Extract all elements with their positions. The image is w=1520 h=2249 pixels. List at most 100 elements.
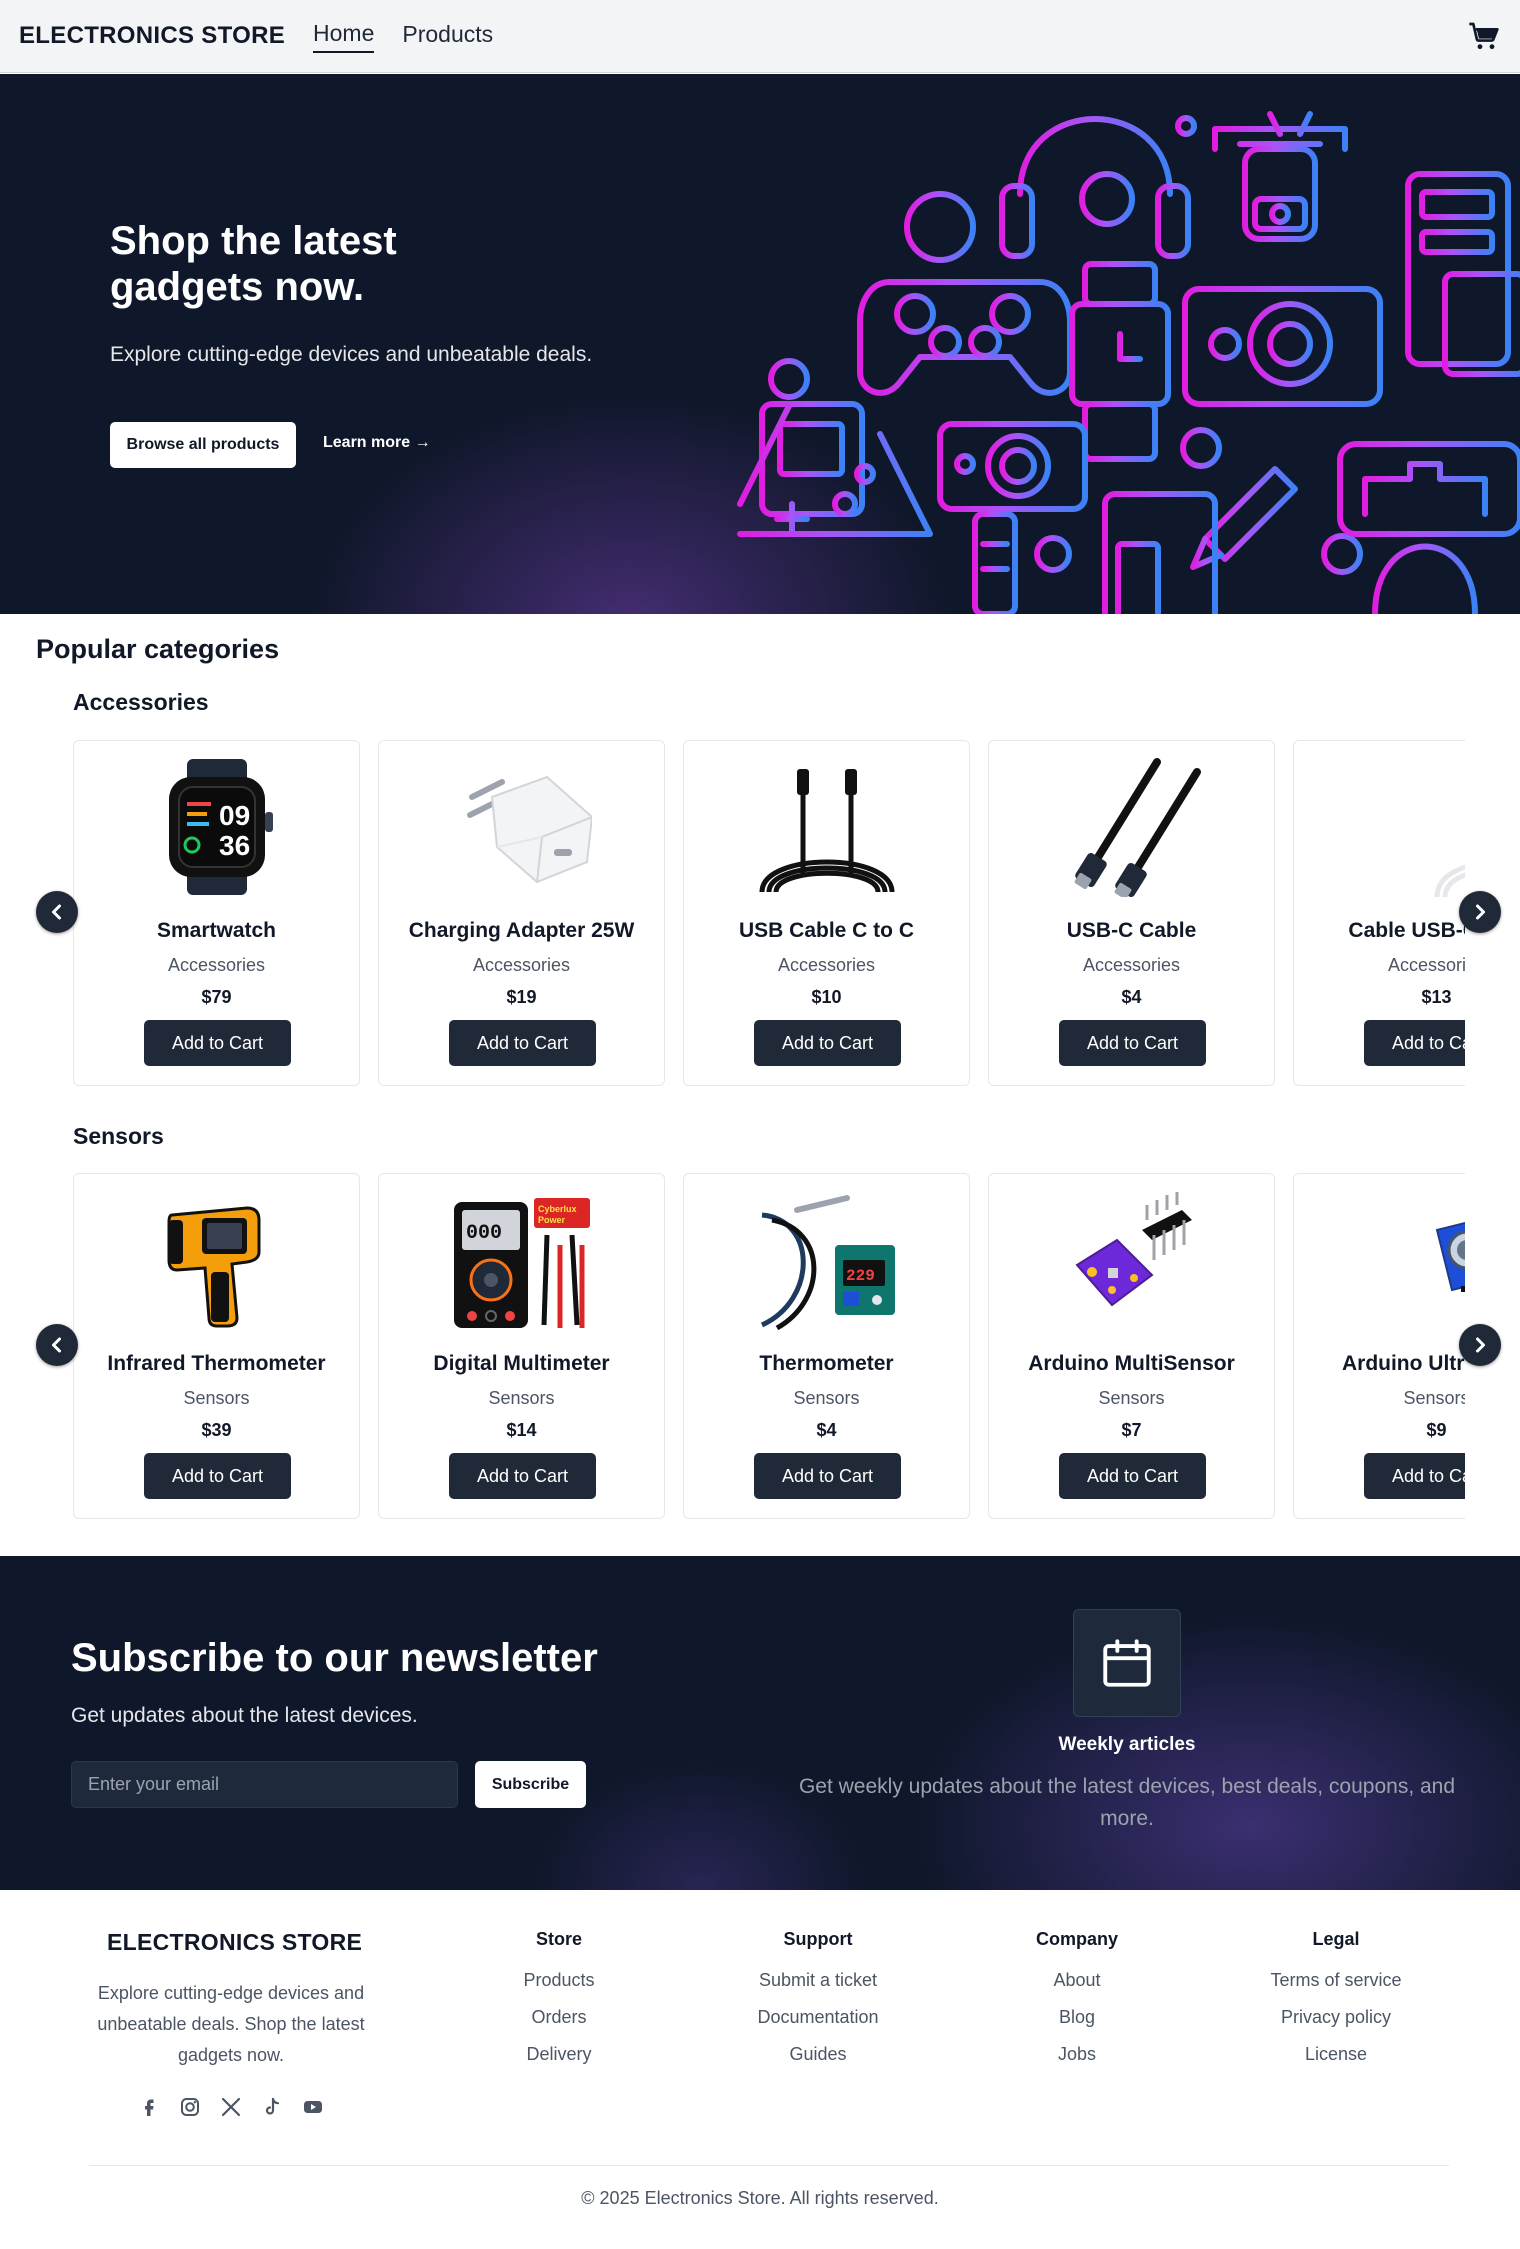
footer-link[interactable]: Blog [952, 2007, 1202, 2031]
thermometer-module-image: 229 [760, 1195, 895, 1330]
weekly-articles-icon-box [1073, 1609, 1181, 1717]
white-cable-image [1434, 864, 1465, 897]
shopping-cart-icon[interactable] [1468, 20, 1500, 52]
multimeter-image: 000 Cyberlux Power [454, 1198, 590, 1328]
product-price: $4 [1121, 987, 1142, 1007]
product-price: $4 [816, 1420, 837, 1440]
chevron-left-icon [52, 904, 61, 920]
product-category: Accessories [777, 955, 876, 975]
hero-title: Shop the latest gadgets now. [110, 219, 397, 309]
nav-products[interactable]: Products [402, 21, 493, 52]
product-card[interactable]: Arduino Ultrasonic Sensors $9 Add to Car… [1293, 1173, 1465, 1519]
learn-more-link[interactable]: Learn more → [323, 434, 431, 452]
add-to-cart-button[interactable]: Add to Cart [449, 1020, 596, 1066]
footer-brand[interactable]: ELECTRONICS STORE [107, 1929, 362, 1956]
hero-subtitle: Explore cutting-edge devices and unbeata… [110, 343, 593, 366]
footer-link[interactable]: Documentation [693, 2007, 943, 2031]
mouse-icon [1372, 543, 1478, 614]
svg-text:36: 36 [219, 830, 250, 861]
product-card[interactable]: Charging Adapter 25W Accessories $19 Add… [378, 740, 665, 1086]
carousel-next-button[interactable] [1459, 891, 1501, 933]
drone-icon [1212, 111, 1348, 242]
add-to-cart-button[interactable]: Add to Cart [1364, 1020, 1465, 1066]
facebook-icon[interactable] [137, 2095, 161, 2119]
chevron-right-icon [1476, 904, 1485, 920]
sensors-title: Sensors [73, 1123, 164, 1149]
infrared-thermometer-image [167, 1206, 261, 1328]
site-header: ELECTRONICS STORE Home Products [0, 0, 1520, 73]
product-category: Sensors [488, 1388, 555, 1408]
add-to-cart-button[interactable]: Add to Cart [144, 1020, 291, 1066]
footer-link[interactable]: License [1211, 2044, 1461, 2068]
carousel-prev-button[interactable] [36, 1324, 78, 1366]
product-name: Infrared Thermometer [107, 1352, 326, 1375]
svg-text:09: 09 [219, 800, 250, 831]
product-card[interactable]: 09 36 Smartwatch Accessories $79 Add to … [73, 740, 360, 1086]
accessories-title: Accessories [73, 689, 209, 715]
add-to-cart-button[interactable]: Add to Cart [449, 1453, 596, 1499]
weekly-articles-text: Get weekly updates about the latest devi… [798, 1775, 1456, 1830]
add-to-cart-button[interactable]: Add to Cart [1059, 1020, 1206, 1066]
monitor-icon [1405, 171, 1520, 377]
sensor-board-image [1075, 1192, 1192, 1307]
product-card[interactable]: Arduino MultiSensor Sensors $7 Add to Ca… [988, 1173, 1275, 1519]
product-category: Sensors [183, 1388, 250, 1408]
instagram-icon[interactable] [178, 2095, 202, 2119]
ultrasonic-sensor-image [1435, 1221, 1465, 1292]
product-name: Thermometer [759, 1352, 894, 1375]
popular-categories-title: Popular categories [36, 634, 280, 664]
add-to-cart-button[interactable]: Add to Cart [754, 1020, 901, 1066]
product-name: Arduino Ultrasonic [1341, 1352, 1465, 1375]
product-card[interactable]: Infrared Thermometer Sensors $39 Add to … [73, 1173, 360, 1519]
action-camera-icon [937, 421, 1088, 614]
browse-products-button[interactable]: Browse all products [110, 422, 296, 468]
footer-link[interactable]: Products [434, 1970, 684, 1994]
product-card[interactable]: 000 Cyberlux Power Digital Multimeter Se… [378, 1173, 665, 1519]
email-input[interactable]: Enter your email [71, 1761, 458, 1808]
footer-link[interactable]: Terms of service [1211, 1970, 1461, 1994]
product-price: $39 [201, 1420, 232, 1440]
product-card[interactable]: USB Cable C to C Accessories $10 Add to … [683, 740, 970, 1086]
add-to-cart-button[interactable]: Add to Cart [144, 1453, 291, 1499]
footer-column-store: Store Products Orders Delivery [434, 1929, 684, 2068]
footer-link[interactable]: Guides [693, 2044, 943, 2068]
product-price: $7 [1121, 1420, 1142, 1440]
footer-link[interactable]: Jobs [952, 2044, 1202, 2068]
add-to-cart-button[interactable]: Add to Cart [754, 1453, 901, 1499]
game-controller-icon [857, 279, 1073, 396]
product-price: $10 [811, 987, 842, 1007]
nav-home[interactable]: Home [313, 20, 375, 53]
carousel-next-button[interactable] [1459, 1324, 1501, 1366]
footer-link[interactable]: Privacy policy [1211, 2007, 1461, 2031]
x-icon[interactable] [219, 2095, 243, 2119]
headphones-icon [999, 116, 1191, 259]
svg-text:Cyberlux: Cyberlux [538, 1204, 577, 1214]
subscribe-button[interactable]: Subscribe [475, 1761, 586, 1808]
camera-icon [1182, 286, 1383, 407]
footer-link[interactable]: Submit a ticket [693, 1970, 943, 1994]
svg-text:229: 229 [846, 1267, 875, 1285]
add-to-cart-button[interactable]: Add to Cart [1364, 1453, 1465, 1499]
youtube-icon[interactable] [301, 2095, 325, 2119]
brand-logo[interactable]: ELECTRONICS STORE [19, 22, 285, 50]
product-category: Sensors [1098, 1388, 1165, 1408]
product-name: Arduino MultiSensor [1028, 1352, 1235, 1375]
footer-link[interactable]: About [952, 1970, 1202, 1994]
newsletter-section: Subscribe to our newsletter Get updates … [0, 1556, 1520, 1890]
add-to-cart-button[interactable]: Add to Cart [1059, 1453, 1206, 1499]
product-name: USB-C Cable [1066, 919, 1197, 942]
newsletter-title: Subscribe to our newsletter [71, 1636, 598, 1680]
tiktok-icon[interactable] [260, 2095, 284, 2119]
product-card[interactable]: Cable USB-C to C Accessories $13 Add to … [1293, 740, 1465, 1086]
footer-link[interactable]: Orders [434, 2007, 684, 2031]
footer-divider [89, 2165, 1449, 2166]
carousel-prev-button[interactable] [36, 891, 78, 933]
product-card[interactable]: USB-C Cable Accessories $4 Add to Cart [988, 740, 1275, 1086]
social-links [137, 2095, 325, 2119]
footer-link[interactable]: Delivery [434, 2044, 684, 2068]
product-card[interactable]: 229 Thermometer Sensors $4 Add to Cart [683, 1173, 970, 1519]
product-category: Accessories [1387, 955, 1465, 975]
usb-c-cable-image [1074, 758, 1201, 897]
product-category: Accessories [1082, 955, 1181, 975]
product-category: Sensors [1403, 1388, 1465, 1408]
